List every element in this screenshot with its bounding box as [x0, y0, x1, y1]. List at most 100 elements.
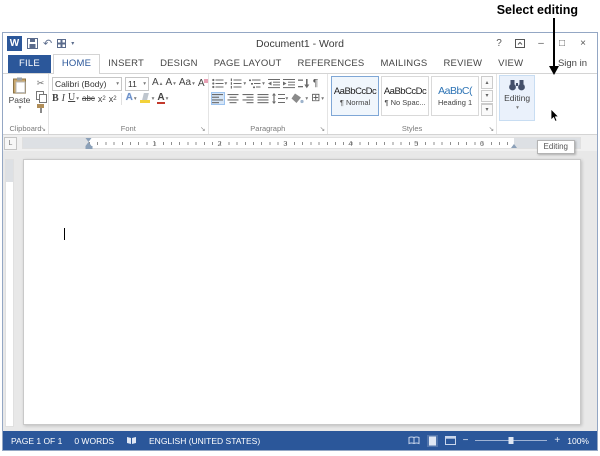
shrink-font-button[interactable]: A▾ — [165, 77, 175, 90]
style-heading-1[interactable]: AaBbC( Heading 1 — [431, 76, 479, 116]
font-group: Calibri (Body) ▾ 11 ▾ A▴ A▾ Aa▾ A B I U▾ — [49, 74, 209, 134]
chevron-down-icon: ▾ — [243, 81, 246, 87]
borders-button[interactable]: ⊞▾ — [311, 93, 324, 104]
align-center-button[interactable] — [227, 93, 239, 104]
paste-dropdown-icon[interactable]: ▾ — [19, 105, 22, 111]
tab-review[interactable]: REVIEW — [435, 55, 490, 73]
format-painter-button[interactable] — [36, 104, 45, 114]
increase-indent-button[interactable] — [283, 78, 295, 89]
zoom-out-button[interactable]: − — [463, 435, 469, 446]
zoom-level[interactable]: 100% — [567, 436, 589, 446]
ruler-number: 6 — [480, 139, 484, 148]
cut-button[interactable]: ✂ — [37, 78, 45, 88]
clear-formatting-button[interactable]: A — [198, 78, 205, 90]
format-painter-icon — [36, 104, 45, 114]
tab-selector-button[interactable]: L — [4, 137, 17, 150]
align-right-icon — [242, 93, 254, 104]
paragraph-group: ▾ ▾ ▾ ¶ — [209, 74, 329, 134]
bullets-button[interactable]: ▾ — [212, 78, 228, 89]
ribbon-display-options-button[interactable] — [510, 36, 530, 52]
font-dialog-launcher-icon[interactable]: ↘ — [200, 127, 205, 134]
show-hide-marks-button[interactable]: ¶ — [313, 78, 318, 89]
word-count[interactable]: 0 WORDS — [74, 436, 114, 446]
arrow-up-icon: ▴ — [160, 78, 163, 90]
print-layout-button[interactable] — [427, 435, 438, 447]
tab-view[interactable]: VIEW — [490, 55, 531, 73]
styles-scroll-up-button[interactable]: ▴ — [481, 76, 493, 89]
close-button[interactable]: × — [573, 36, 593, 52]
customize-qat-icon[interactable]: ▾ — [71, 36, 74, 51]
text-highlight-button[interactable]: ▾ — [140, 92, 155, 105]
italic-button[interactable]: I — [62, 93, 65, 105]
chevron-down-icon: ▾ — [262, 81, 265, 87]
superscript-button[interactable]: x2 — [109, 93, 117, 105]
document-page[interactable] — [23, 159, 581, 425]
style-normal[interactable]: AaBbCcDc ¶ Normal — [331, 76, 379, 116]
text-effects-button[interactable]: A▾ — [126, 92, 137, 105]
tab-page-layout[interactable]: PAGE LAYOUT — [206, 55, 290, 73]
callout-select-editing: Select editing — [497, 3, 578, 17]
chevron-down-icon: ▾ — [76, 93, 79, 105]
word-logo-icon[interactable]: W — [7, 36, 22, 51]
multilevel-list-button[interactable]: ▾ — [249, 78, 265, 89]
font-group-label: Font — [49, 124, 208, 133]
subscript-button[interactable]: x2 — [98, 93, 106, 105]
zoom-slider[interactable] — [475, 440, 547, 441]
read-mode-button[interactable] — [408, 436, 420, 445]
increase-indent-icon — [283, 78, 295, 89]
numbering-button[interactable]: ▾ — [230, 78, 246, 89]
underline-button[interactable]: U▾ — [68, 92, 79, 105]
bold-button[interactable]: B — [52, 93, 59, 105]
tab-references[interactable]: REFERENCES — [290, 55, 373, 73]
read-mode-icon — [408, 436, 420, 445]
decrease-indent-button[interactable] — [268, 78, 280, 89]
shading-button[interactable]: ▾ — [291, 93, 308, 104]
editing-group: Editing ▾ — [497, 74, 537, 134]
page-indicator[interactable]: PAGE 1 OF 1 — [11, 436, 62, 446]
strikethrough-button[interactable]: abc — [82, 93, 95, 105]
font-name-combobox[interactable]: Calibri (Body) ▾ — [52, 77, 122, 91]
tab-file[interactable]: FILE — [8, 55, 51, 73]
styles-dialog-launcher-icon[interactable]: ↘ — [489, 127, 494, 134]
language-indicator[interactable]: ENGLISH (UNITED STATES) — [149, 436, 260, 446]
align-left-button[interactable] — [212, 93, 224, 104]
tab-insert[interactable]: INSERT — [100, 55, 152, 73]
sort-button[interactable] — [298, 78, 310, 89]
vertical-ruler[interactable] — [3, 151, 15, 431]
justify-button[interactable] — [257, 93, 269, 104]
zoom-slider-handle[interactable] — [509, 437, 514, 444]
clipboard-dialog-launcher-icon[interactable]: ↘ — [41, 127, 46, 134]
proofing-check-icon[interactable] — [126, 436, 137, 445]
line-spacing-button[interactable]: ▾ — [272, 93, 289, 104]
tab-design[interactable]: DESIGN — [152, 55, 206, 73]
font-color-button[interactable]: A▾ — [157, 92, 168, 105]
zoom-in-button[interactable]: + — [554, 435, 560, 446]
left-indent-marker[interactable] — [85, 138, 92, 149]
grow-font-button[interactable]: A▴ — [152, 77, 162, 90]
right-indent-marker[interactable] — [511, 144, 517, 148]
chevron-down-icon: ▾ — [166, 93, 169, 105]
editing-button[interactable]: Editing ▾ — [500, 76, 534, 120]
chevron-down-icon: ▾ — [321, 96, 324, 102]
styles-group-label: Styles — [328, 124, 496, 133]
touch-mode-icon[interactable] — [57, 36, 66, 51]
title-bar: W ↶ ▾ Document1 - Word ? – □ × — [3, 33, 597, 54]
web-layout-button[interactable] — [445, 436, 456, 445]
styles-scroll-down-button[interactable]: ▾ — [481, 90, 493, 103]
copy-button[interactable] — [36, 91, 45, 101]
style-no-spacing[interactable]: AaBbCcDc ¶ No Spac... — [381, 76, 429, 116]
paste-button[interactable]: Paste ▾ — [6, 76, 33, 114]
help-button[interactable]: ? — [489, 36, 509, 52]
sign-in-link[interactable]: Sign in — [558, 58, 587, 69]
font-size-combobox[interactable]: 11 ▾ — [125, 77, 149, 91]
tab-mailings[interactable]: MAILINGS — [372, 55, 435, 73]
align-right-button[interactable] — [242, 93, 254, 104]
undo-icon[interactable]: ↶ — [43, 36, 52, 51]
styles-more-button[interactable]: ▾ — [481, 103, 493, 116]
find-binoculars-icon — [508, 79, 526, 91]
change-case-button[interactable]: Aa▾ — [179, 77, 195, 90]
paragraph-dialog-launcher-icon[interactable]: ↘ — [320, 127, 325, 134]
save-icon[interactable] — [27, 36, 38, 51]
horizontal-ruler[interactable]: 1 2 3 4 5 6 — [22, 137, 581, 149]
tab-home[interactable]: HOME — [53, 54, 100, 74]
